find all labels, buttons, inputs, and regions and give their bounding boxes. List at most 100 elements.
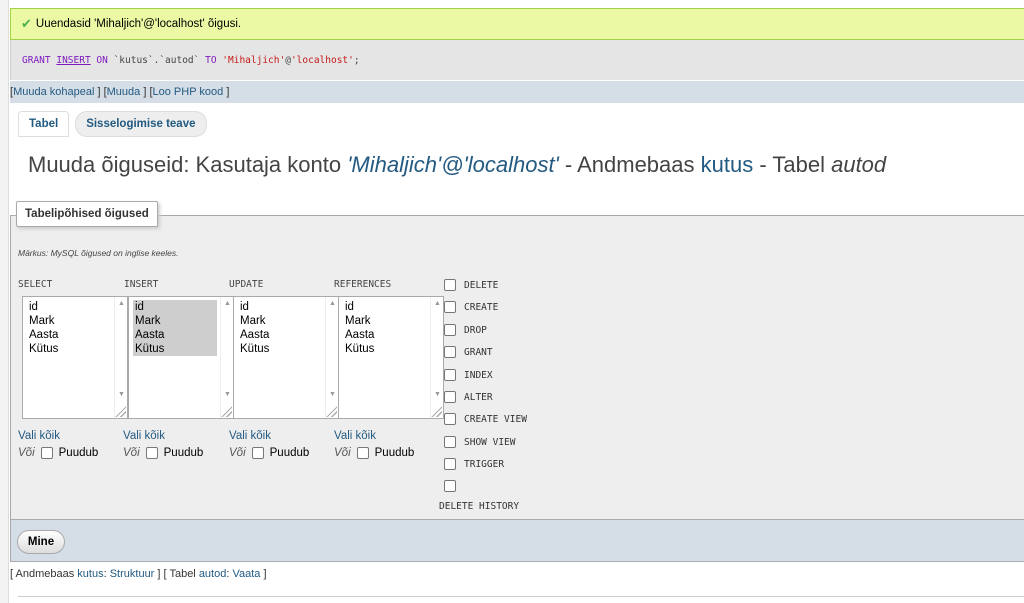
insert-columns-list[interactable]: id Mark Aasta Kütus ▲ ▼ [128, 296, 234, 419]
success-message: ✔ Uuendasid 'Mihaljich'@'localhost' õigu… [10, 8, 1024, 40]
sql-token: `kutus`.`autod` [107, 54, 206, 66]
scrollbar[interactable]: ▲ ▼ [430, 297, 443, 418]
privileges-note: Märkus: MySQL õigused on inglise keeles. [18, 248, 179, 258]
privilege-create-view[interactable]: CREATE VIEW [444, 413, 527, 425]
update-none-checkbox[interactable] [251, 447, 264, 459]
list-item[interactable]: Mark [343, 314, 427, 328]
select-none-checkbox[interactable] [40, 447, 53, 459]
list-item[interactable]: Kütus [27, 342, 111, 356]
select-columns-list[interactable]: id Mark Aasta Kütus ▲ ▼ [22, 296, 128, 419]
check-icon: ✔ [21, 16, 32, 31]
scrollbar[interactable]: ▲ ▼ [114, 297, 127, 418]
privilege-checkbox[interactable] [444, 458, 456, 470]
table-link[interactable]: autod [199, 568, 227, 580]
form-footer [10, 520, 1024, 562]
scroll-down-icon[interactable]: ▼ [224, 391, 231, 398]
scrollbar[interactable]: ▲ ▼ [220, 297, 233, 418]
privilege-checkbox[interactable] [444, 279, 456, 291]
resize-handle-icon[interactable] [325, 405, 337, 417]
insert-none-checkbox[interactable] [145, 447, 158, 459]
privilege-index[interactable]: INDEX [444, 369, 493, 381]
privilege-checkbox[interactable] [444, 480, 456, 492]
bottom-breadcrumb: [ Andmebaas kutus: Struktuur ] [ Tabel a… [10, 568, 267, 580]
references-columns-list[interactable]: id Mark Aasta Kütus ▲ ▼ [338, 296, 444, 419]
tab-login-info[interactable]: Sisselogimise teave [75, 111, 207, 137]
tab-table[interactable]: Tabel [18, 111, 70, 137]
sql-token: ON [96, 54, 108, 66]
browse-link[interactable]: Vaata [232, 568, 260, 580]
fieldset-legend: Tabelipõhised õigused [16, 201, 158, 227]
resize-handle-icon[interactable] [220, 405, 232, 417]
privilege-checkbox[interactable] [444, 346, 456, 358]
privilege-checkbox[interactable] [444, 391, 456, 403]
edit-link[interactable]: Muuda [107, 86, 141, 98]
update-header: UPDATE [229, 279, 264, 290]
list-item[interactable]: Aasta [343, 328, 427, 342]
update-columns-list[interactable]: id Mark Aasta Kütus ▲ ▼ [233, 296, 339, 419]
tab-bar: Tabel Sisselogimise teave [18, 111, 207, 137]
sql-token: ; [353, 54, 360, 66]
privilege-delete[interactable]: DELETE [444, 279, 498, 291]
resize-handle-icon[interactable] [430, 405, 442, 417]
scroll-down-icon[interactable]: ▼ [118, 391, 125, 398]
db-link[interactable]: kutus [77, 568, 103, 580]
list-item[interactable]: id [133, 300, 217, 314]
list-item[interactable]: id [238, 300, 322, 314]
references-none-option: Või Puudub [334, 447, 415, 459]
create-php-link[interactable]: Loo PHP kood [153, 86, 224, 98]
sql-token: INSERT [56, 54, 91, 66]
privilege-delete-history[interactable] [444, 480, 464, 492]
scroll-up-icon[interactable]: ▲ [434, 300, 441, 307]
references-none-checkbox[interactable] [356, 447, 369, 459]
select-all-references-link[interactable]: Vali kõik [334, 430, 376, 442]
insert-none-option: Või Puudub [123, 447, 204, 459]
sql-token: GRANT [22, 54, 51, 66]
scroll-down-icon[interactable]: ▼ [329, 391, 336, 398]
scroll-down-icon[interactable]: ▼ [434, 391, 441, 398]
list-item[interactable]: Mark [238, 314, 322, 328]
left-strip [0, 0, 9, 603]
page-title: Muuda õiguseid: Kasutaja konto 'Mihaljic… [28, 152, 887, 177]
list-item[interactable]: id [27, 300, 111, 314]
privilege-grant[interactable]: GRANT [444, 346, 493, 358]
privilege-show-view[interactable]: SHOW VIEW [444, 436, 515, 448]
title-db: kutus [700, 152, 754, 177]
privilege-drop[interactable]: DROP [444, 324, 487, 336]
references-header: REFERENCES [334, 279, 392, 290]
list-item[interactable]: id [343, 300, 427, 314]
sql-token: TO [205, 54, 217, 66]
privilege-checkbox[interactable] [444, 324, 456, 336]
structure-link[interactable]: Struktuur [110, 568, 155, 580]
scroll-up-icon[interactable]: ▲ [329, 300, 336, 307]
list-item[interactable]: Aasta [238, 328, 322, 342]
privilege-checkbox[interactable] [444, 301, 456, 313]
resize-handle-icon[interactable] [114, 405, 126, 417]
update-none-option: Või Puudub [229, 447, 310, 459]
select-all-insert-link[interactable]: Vali kõik [123, 430, 165, 442]
privilege-trigger[interactable]: TRIGGER [444, 458, 504, 470]
list-item[interactable]: Kütus [133, 342, 217, 356]
privilege-checkbox[interactable] [444, 369, 456, 381]
list-item[interactable]: Kütus [343, 342, 427, 356]
privilege-checkbox[interactable] [444, 413, 456, 425]
title-table: autod [831, 152, 887, 177]
scroll-up-icon[interactable]: ▲ [224, 300, 231, 307]
privilege-create[interactable]: CREATE [444, 301, 498, 313]
sql-token: 'Mihaljich' [222, 54, 286, 66]
select-none-option: Või Puudub [18, 447, 99, 459]
list-item[interactable]: Mark [133, 314, 217, 328]
select-all-select-link[interactable]: Vali kõik [18, 430, 60, 442]
list-item[interactable]: Aasta [27, 328, 111, 342]
scrollbar[interactable]: ▲ ▼ [325, 297, 338, 418]
sql-token: 'localhost' [290, 54, 354, 66]
privilege-checkbox[interactable] [444, 436, 456, 448]
list-item[interactable]: Mark [27, 314, 111, 328]
go-button[interactable]: Mine [17, 530, 65, 554]
list-item[interactable]: Kütus [238, 342, 322, 356]
select-all-update-link[interactable]: Vali kõik [229, 430, 271, 442]
scroll-up-icon[interactable]: ▲ [118, 300, 125, 307]
privilege-alter[interactable]: ALTER [444, 391, 493, 403]
list-item[interactable]: Aasta [133, 328, 217, 342]
edit-inline-link[interactable]: Muuda kohapeal [13, 86, 94, 98]
title-user: 'Mihaljich'@'localhost' [347, 152, 559, 177]
